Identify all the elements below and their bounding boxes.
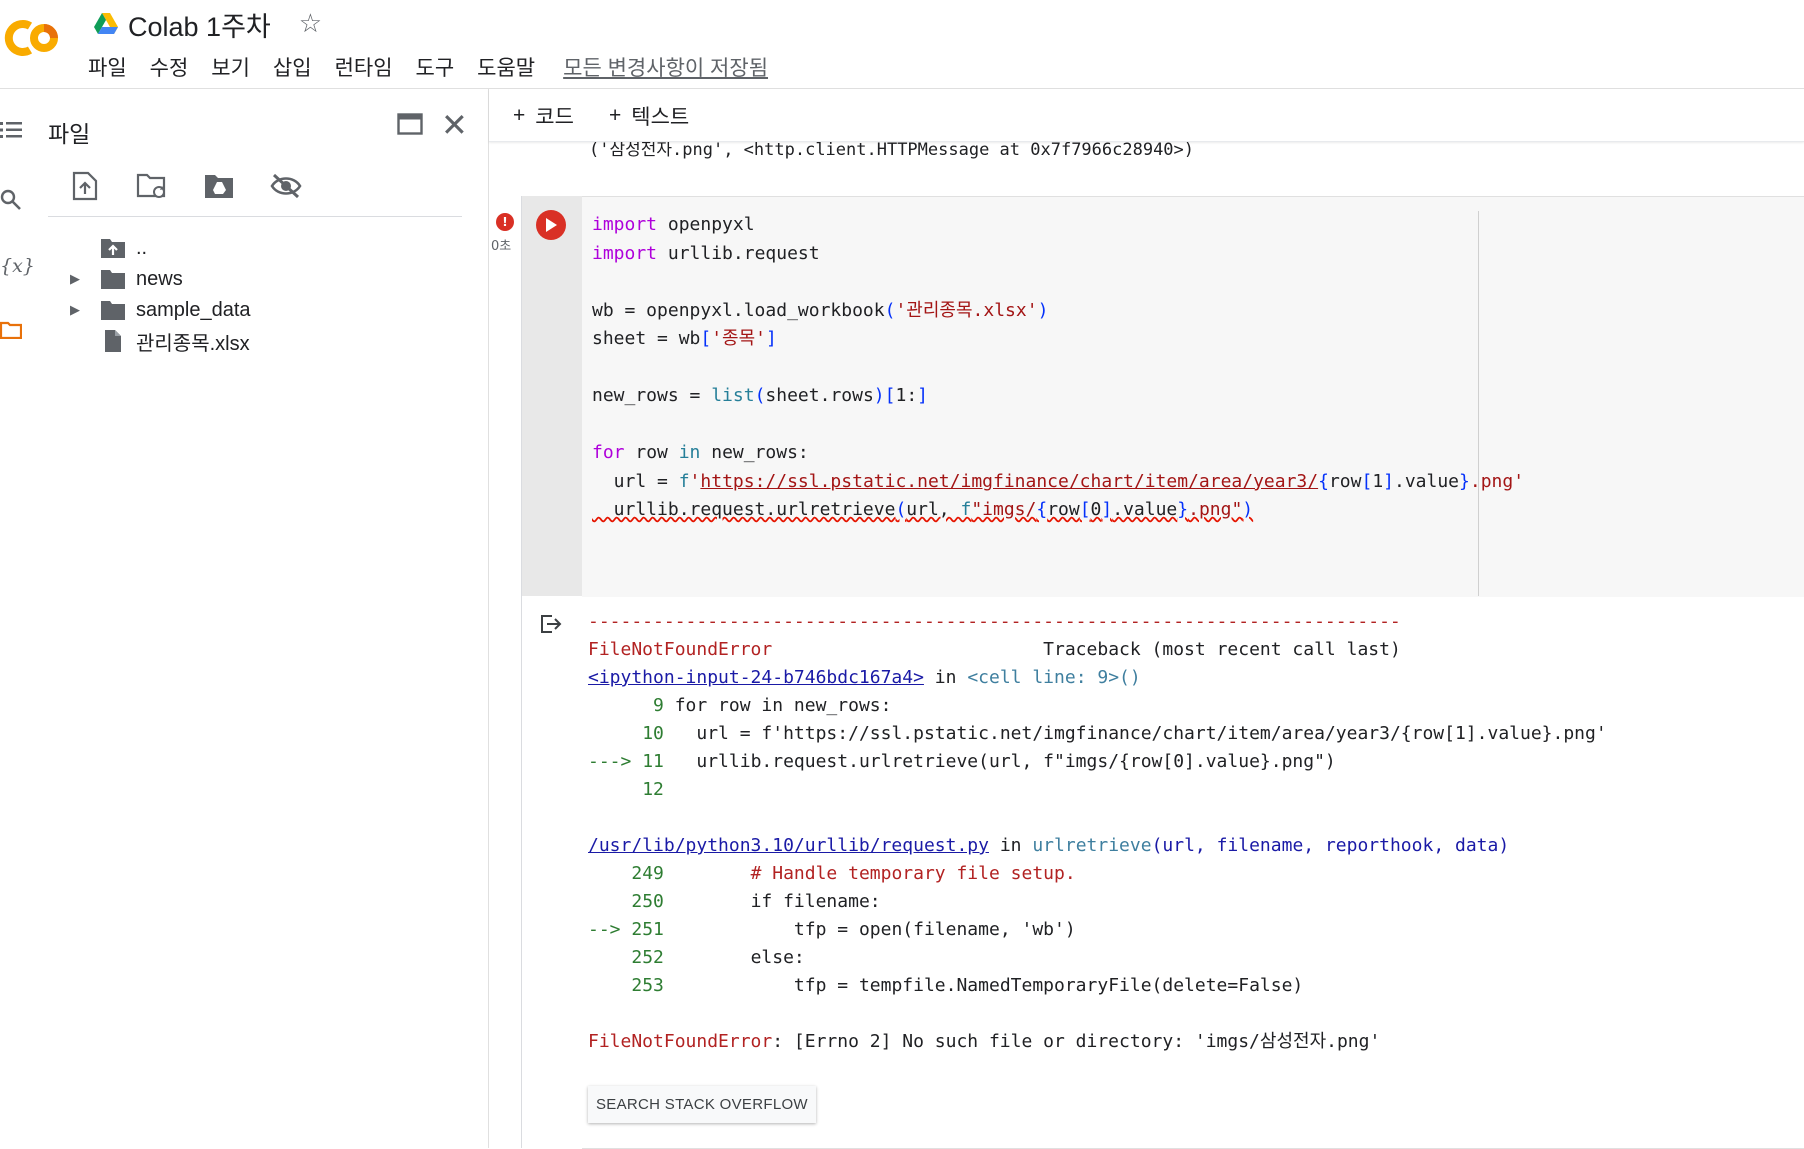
menu-file[interactable]: 파일 (86, 50, 129, 84)
tree-item-parent[interactable]: .. (70, 233, 147, 263)
menu-view[interactable]: 보기 (209, 50, 252, 84)
plus-icon: + (609, 104, 622, 127)
search-stack-overflow-button[interactable]: SEARCH STACK OVERFLOW (588, 1086, 816, 1123)
add-text-button[interactable]: + 텍스트 (609, 101, 689, 131)
sidebar-toolbar (68, 169, 303, 203)
folder-up-icon (101, 239, 125, 258)
colab-logo[interactable] (0, 16, 68, 60)
tree-item-label: 관리종목.xlsx (136, 332, 250, 355)
cell-gutter (521, 196, 582, 596)
expand-caret-icon[interactable]: ▶ (70, 271, 86, 287)
sidebar-title: 파일 (48, 121, 91, 147)
notebook-area: + 코드 + 텍스트 ('삼성전자.png', <http.client.HTTPM… (489, 89, 1804, 1149)
refresh-folder-icon[interactable] (135, 169, 169, 203)
menu-bar: 파일 수정 보기 삽입 런타임 도구 도움말 모든 변경사항이 저장됨 (86, 50, 770, 84)
open-in-tab-icon[interactable] (397, 113, 423, 135)
app-header: Colab 1주차 ☆ 파일 수정 보기 삽입 런타임 도구 도움말 모든 변경… (0, 0, 1804, 89)
star-icon[interactable]: ☆ (299, 9, 322, 39)
run-cell-button[interactable] (536, 210, 566, 240)
folder-icon (101, 270, 125, 289)
add-code-button[interactable]: + 코드 (513, 101, 574, 131)
execution-time: 0초 (491, 239, 512, 254)
cell-output: ----------------------------------------… (582, 596, 1804, 1149)
notebook-title[interactable]: Colab 1주차 (128, 5, 271, 44)
save-status-link[interactable]: 모든 변경사항이 저장됨 (561, 50, 770, 84)
mount-drive-icon[interactable] (202, 169, 236, 203)
ipython-input-link[interactable]: <ipython-input-24-b746bdc167a4> (588, 667, 924, 688)
menu-insert[interactable]: 삽입 (271, 50, 314, 84)
tree-item-news[interactable]: ▶ news (70, 264, 183, 294)
code-editor[interactable]: import openpyxl import urllib.request wb… (582, 196, 1804, 597)
folder-icon (101, 301, 125, 320)
close-icon[interactable]: ✕ (441, 109, 468, 141)
hide-files-icon[interactable] (269, 169, 303, 203)
left-rail: {x} (0, 89, 40, 1148)
expand-caret-icon[interactable]: ▶ (70, 302, 86, 318)
sidebar-divider (48, 216, 462, 217)
tree-item-sample-data[interactable]: ▶ sample_data (70, 295, 251, 325)
menu-runtime[interactable]: 런타임 (333, 50, 395, 84)
variables-icon[interactable]: {x} (0, 255, 35, 277)
code-text: import openpyxl import urllib.request wb… (592, 214, 1525, 520)
traceback: ----------------------------------------… (588, 611, 1607, 1052)
tree-item-label: news (136, 267, 183, 290)
menu-tools[interactable]: 도구 (414, 50, 457, 84)
search-icon[interactable] (0, 189, 22, 211)
files-sidebar: 파일 ✕ .. ▶ news ▶ sample_data 관리종목.xlsx (40, 89, 489, 1148)
request-py-link[interactable]: /usr/lib/python3.10/urllib/request.py (588, 835, 989, 856)
upload-file-icon[interactable] (68, 169, 102, 203)
menu-help[interactable]: 도움말 (475, 50, 537, 84)
menu-edit[interactable]: 수정 (148, 50, 191, 84)
notebook-toolbar: + 코드 + 텍스트 (489, 89, 1804, 142)
code-cell: ! 0초 import openpyxl import urllib.reque… (491, 196, 1804, 1149)
clear-output-icon[interactable] (540, 614, 562, 634)
tree-item-xlsx-file[interactable]: 관리종목.xlsx (70, 326, 250, 356)
files-folder-icon[interactable] (0, 321, 22, 339)
error-badge-icon: ! (496, 213, 514, 231)
tree-item-label: sample_data (136, 298, 251, 321)
tree-item-label: .. (136, 236, 148, 259)
google-drive-icon (94, 13, 118, 34)
output-gutter (521, 596, 582, 1148)
play-icon (546, 218, 557, 232)
file-icon (105, 330, 121, 352)
plus-icon: + (513, 104, 526, 127)
table-of-contents-icon[interactable] (0, 121, 22, 139)
doc-title-bar: Colab 1주차 ☆ (94, 6, 322, 42)
